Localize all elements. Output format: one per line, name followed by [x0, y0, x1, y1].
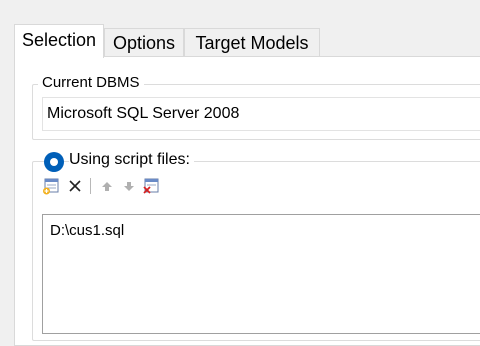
using-script-files-label: Using script files: [69, 151, 194, 169]
using-script-files-radio[interactable] [44, 152, 64, 172]
script-files-toolbar [42, 177, 182, 195]
clear-list-icon[interactable] [142, 177, 160, 195]
add-file-icon[interactable] [42, 177, 60, 195]
tab-bar: Selection Options Target Models [0, 14, 480, 58]
tab-options[interactable]: Options [104, 28, 184, 56]
delete-icon[interactable] [66, 177, 84, 195]
current-dbms-legend: Current DBMS [38, 74, 144, 91]
script-file-item[interactable]: D:\cus1.sql [50, 222, 124, 239]
script-files-list[interactable]: D:\cus1.sql [42, 214, 480, 334]
tab-target-models[interactable]: Target Models [184, 28, 320, 56]
tab-selection[interactable]: Selection [14, 24, 104, 58]
move-up-icon[interactable] [98, 177, 116, 195]
move-down-icon[interactable] [120, 177, 138, 195]
current-dbms-field: Microsoft SQL Server 2008 [42, 97, 480, 131]
window-top-strip [0, 0, 480, 14]
toolbar-separator [90, 178, 91, 194]
